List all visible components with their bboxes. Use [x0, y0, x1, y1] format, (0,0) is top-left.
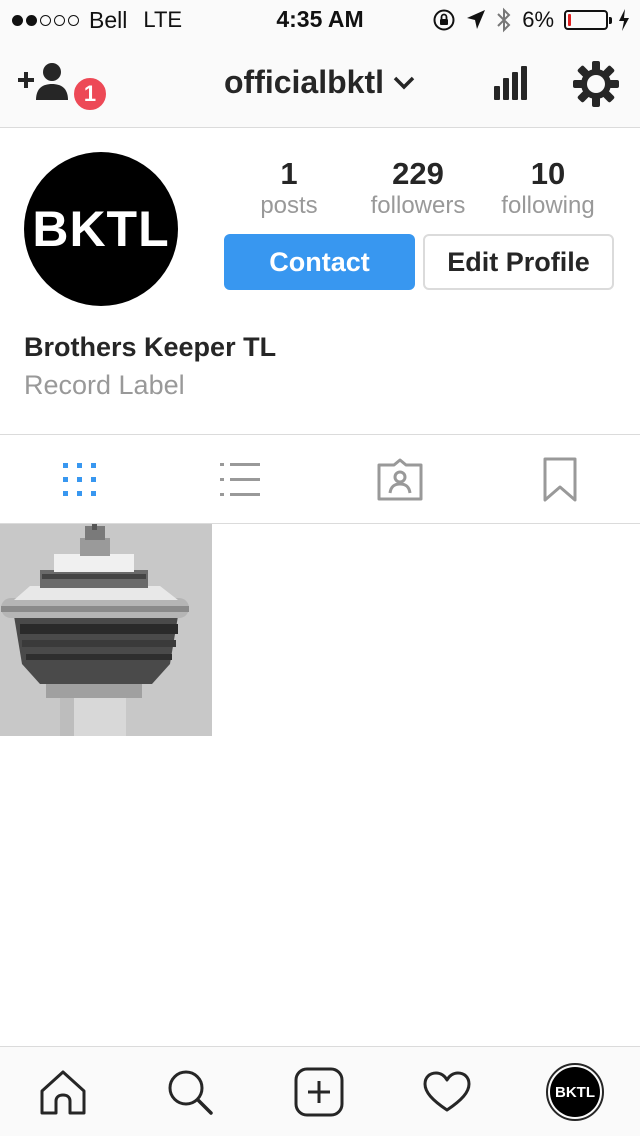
- profile-avatar[interactable]: BKTL: [24, 152, 178, 306]
- stat-posts-label: posts: [260, 192, 318, 219]
- nav-add-post[interactable]: [294, 1067, 344, 1117]
- account-switcher[interactable]: officialbktl: [0, 64, 640, 101]
- stat-followers-value: 229: [392, 156, 444, 191]
- nav-avatar-text: BKTL: [555, 1083, 595, 1101]
- home-icon: [40, 1070, 86, 1115]
- tab-list[interactable]: [216, 457, 264, 503]
- battery-fill: [568, 14, 571, 26]
- grid-icon: [63, 463, 96, 496]
- battery-icon: [564, 10, 612, 30]
- bottom-tab-bar: BKTL: [0, 1046, 640, 1136]
- insights-icon[interactable]: [492, 66, 528, 102]
- username-title: officialbktl: [223, 64, 384, 100]
- profile-full-name: Brothers Keeper TL: [24, 332, 277, 362]
- stat-following[interactable]: 10 following: [483, 156, 613, 220]
- add-post-icon: [294, 1067, 344, 1117]
- nav-activity[interactable]: [422, 1067, 472, 1117]
- battery-percent: 6%: [522, 7, 554, 32]
- bluetooth-icon: [497, 7, 511, 33]
- charging-bolt-icon: [619, 9, 629, 31]
- stat-followers-label: followers: [370, 192, 466, 219]
- nav-avatar-circle: BKTL: [550, 1067, 600, 1117]
- status-bar: Bell LTE 4:35 AM 6%: [0, 0, 640, 40]
- nav-profile-avatar[interactable]: BKTL: [546, 1063, 604, 1121]
- tagged-icon: [377, 458, 423, 501]
- saved-icon: [543, 457, 577, 502]
- avatar-logo-text: BKTL: [32, 201, 170, 257]
- nav-home[interactable]: [38, 1067, 88, 1117]
- post-thumbnail[interactable]: [0, 524, 212, 736]
- profile-header: 1 officialbktl: [0, 40, 640, 128]
- status-right: 6%: [432, 7, 630, 33]
- profile-tabs: [0, 434, 640, 524]
- nav-search[interactable]: [165, 1067, 215, 1117]
- profile-category: Record Label: [24, 370, 185, 400]
- location-arrow-icon: [467, 10, 486, 29]
- stat-following-value: 10: [530, 156, 566, 191]
- chevron-down-icon: [393, 76, 415, 89]
- search-icon: [168, 1070, 213, 1115]
- stat-posts[interactable]: 1 posts: [224, 156, 354, 220]
- stat-following-label: following: [501, 192, 595, 219]
- stat-posts-value: 1: [280, 156, 298, 191]
- rotation-lock-icon: [433, 9, 455, 31]
- edit-profile-button[interactable]: Edit Profile: [423, 234, 614, 290]
- tab-grid[interactable]: [56, 457, 104, 503]
- tab-tagged[interactable]: [376, 457, 424, 503]
- gear-icon[interactable]: [572, 60, 620, 108]
- heart-icon: [423, 1071, 471, 1112]
- tab-saved[interactable]: [536, 457, 584, 503]
- contact-button[interactable]: Contact: [224, 234, 415, 290]
- list-icon: [220, 463, 260, 496]
- tower-photo: [0, 524, 212, 736]
- stat-followers[interactable]: 229 followers: [353, 156, 483, 220]
